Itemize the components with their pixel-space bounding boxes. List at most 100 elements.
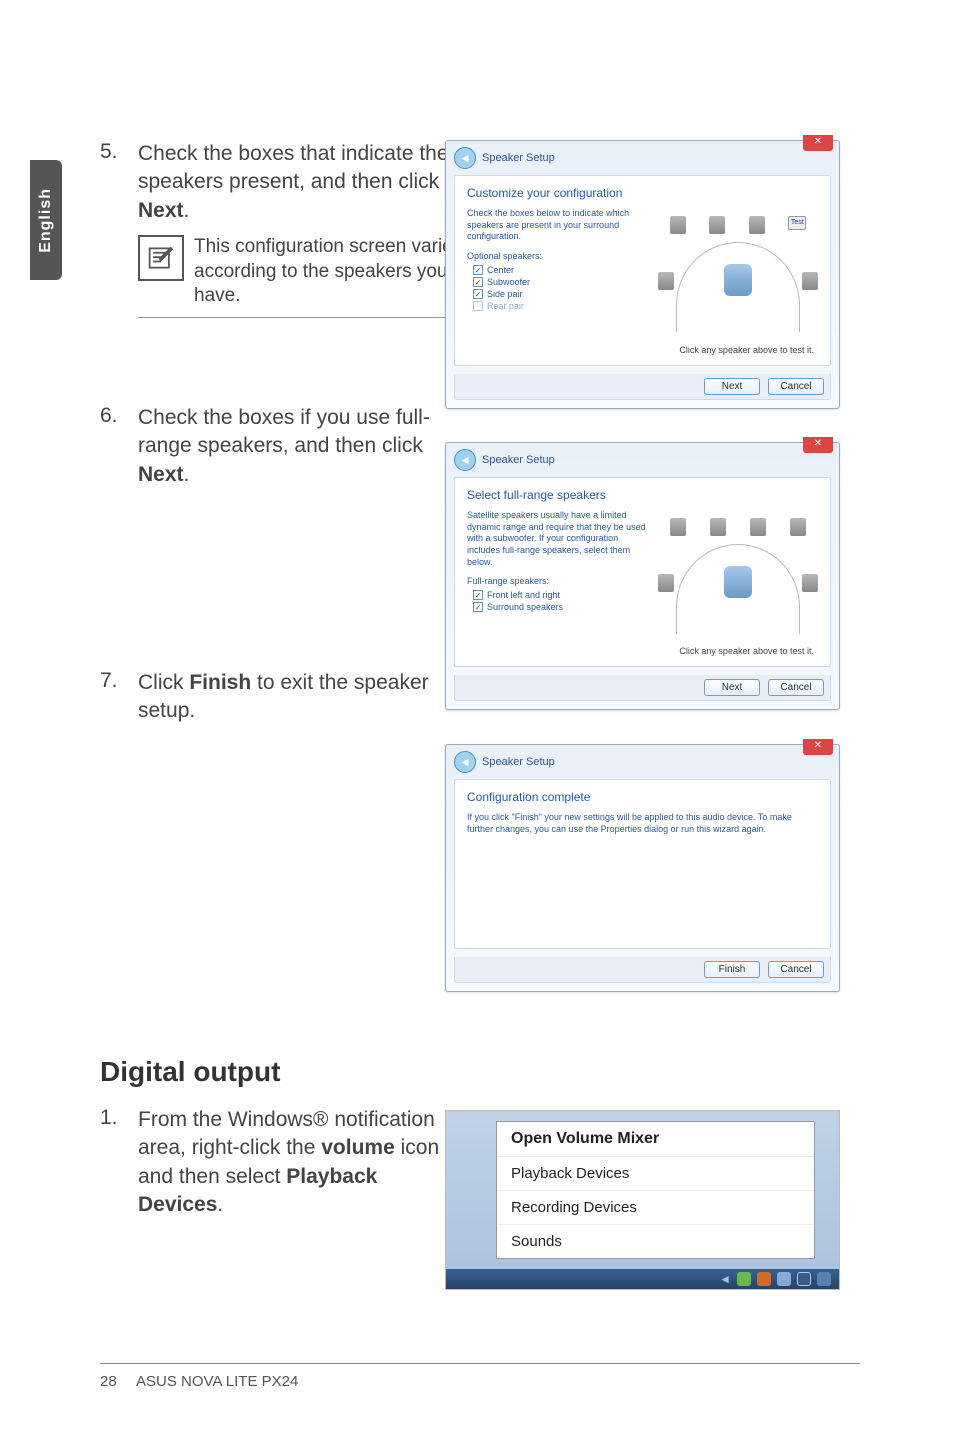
dialog1-heading: Customize your configuration xyxy=(467,186,818,200)
dialog-full-range-speakers: ✕ ◄ Speaker Setup Select full-range spea… xyxy=(445,442,840,710)
speaker-icon[interactable] xyxy=(670,216,686,234)
speaker-icon[interactable] xyxy=(802,574,818,592)
page-number: 28 xyxy=(100,1373,117,1390)
footer-divider xyxy=(100,1363,860,1364)
speaker-diagram xyxy=(658,518,818,628)
step-5-bold: Next xyxy=(138,199,184,222)
speaker-icon[interactable] xyxy=(658,574,674,592)
dialog2-titlebar: ◄ Speaker Setup xyxy=(446,443,839,477)
tray-display-icon[interactable] xyxy=(797,1272,811,1286)
dialog2-hint: Click any speaker above to test it. xyxy=(467,646,818,656)
listener-icon xyxy=(724,566,752,598)
page-footer: 28 ASUS NOVA LITE PX24 xyxy=(100,1373,298,1390)
dialog1-footer: Next Cancel xyxy=(454,374,831,400)
speaker-icon[interactable] xyxy=(658,272,674,290)
tray-arrow-icon[interactable]: ◄ xyxy=(719,1272,731,1286)
dialog2-heading: Select full-range speakers xyxy=(467,488,818,502)
dialog3-titlebar: ◄ Speaker Setup xyxy=(446,745,839,779)
note-step-5: This configuration screen varies accordi… xyxy=(138,235,468,318)
cancel-button[interactable]: Cancel xyxy=(768,378,824,395)
listener-icon xyxy=(724,264,752,296)
dialog2-footer: Next Cancel xyxy=(454,675,831,701)
speaker-icon[interactable] xyxy=(709,216,725,234)
digital-step-1-body: From the Windows® notification area, rig… xyxy=(138,1106,468,1219)
back-button[interactable]: ◄ xyxy=(454,751,476,773)
tray-volume-icon[interactable] xyxy=(817,1272,831,1286)
checkbox-icon: ✓ xyxy=(473,590,483,600)
language-tab-label: English xyxy=(37,188,55,253)
dialog1-desc: Check the boxes below to indicate which … xyxy=(467,208,647,243)
menu-item-recording-devices[interactable]: Recording Devices xyxy=(497,1190,814,1224)
speaker-icon[interactable] xyxy=(670,518,686,536)
dialog1-hint: Click any speaker above to test it. xyxy=(467,345,818,355)
dialog3-title: Speaker Setup xyxy=(482,756,555,768)
system-tray: ◄ xyxy=(446,1269,839,1289)
back-button[interactable]: ◄ xyxy=(454,449,476,471)
tray-network-icon[interactable] xyxy=(757,1272,771,1286)
tray-misc-icon[interactable] xyxy=(777,1272,791,1286)
checkbox-label: Rear pair xyxy=(487,301,524,311)
checkbox-icon: ✓ xyxy=(473,277,483,287)
close-icon[interactable]: ✕ xyxy=(803,135,833,151)
back-arrow-icon: ◄ xyxy=(459,151,471,165)
cancel-button[interactable]: Cancel xyxy=(768,961,824,978)
volume-context-menu-figure: Open Volume Mixer Playback Devices Recor… xyxy=(445,1110,840,1290)
step-7-text-a: Click xyxy=(138,671,189,694)
back-arrow-icon: ◄ xyxy=(459,755,471,769)
digital-output-heading: Digital output xyxy=(100,1056,860,1088)
dialog1-title: Speaker Setup xyxy=(482,152,555,164)
test-button[interactable]: Test xyxy=(788,216,806,230)
checkbox-icon: ✓ xyxy=(473,265,483,275)
d1-text-b: icon xyxy=(395,1136,445,1159)
dialog3-heading: Configuration complete xyxy=(467,790,818,804)
context-menu: Open Volume Mixer Playback Devices Recor… xyxy=(496,1121,815,1259)
menu-item-sounds[interactable]: Sounds xyxy=(497,1224,814,1258)
step-6-number: 6. xyxy=(100,404,138,428)
dialog3-footer: Finish Cancel xyxy=(454,957,831,983)
checkbox-label: Side pair xyxy=(487,289,523,299)
step-6-body: Check the boxes if you use full-range sp… xyxy=(138,404,468,489)
dialog-customize-configuration: ✕ ◄ Speaker Setup Customize your configu… xyxy=(445,140,840,409)
tray-shield-icon[interactable] xyxy=(737,1272,751,1286)
checkbox-label: Center xyxy=(487,265,514,275)
step-5-text-b: . xyxy=(184,199,190,222)
checkbox-icon xyxy=(473,301,483,311)
step-5-text-a: Check the boxes that indicate the speake… xyxy=(138,142,449,193)
back-button[interactable]: ◄ xyxy=(454,147,476,169)
back-arrow-icon: ◄ xyxy=(459,453,471,467)
dialog2-body: Select full-range speakers Satellite spe… xyxy=(454,477,831,667)
step-5-body: Check the boxes that indicate the speake… xyxy=(138,140,468,324)
step-7-body: Click Finish to exit the speaker setup. xyxy=(138,669,468,726)
speaker-diagram: Test xyxy=(658,216,818,326)
close-icon[interactable]: ✕ xyxy=(803,437,833,453)
dialog2-title: Speaker Setup xyxy=(482,454,555,466)
speaker-icon[interactable] xyxy=(710,518,726,536)
note-icon xyxy=(138,235,184,281)
speaker-icon[interactable] xyxy=(790,518,806,536)
dialog3-desc: If you click "Finish" your new settings … xyxy=(467,812,807,835)
speaker-icon[interactable] xyxy=(750,518,766,536)
d1-text-c: and then select xyxy=(138,1165,286,1188)
step-6-text-a: Check the boxes if you use full-range sp… xyxy=(138,406,430,457)
cancel-button[interactable]: Cancel xyxy=(768,679,824,696)
dialog1-titlebar: ◄ Speaker Setup xyxy=(446,141,839,175)
next-button[interactable]: Next xyxy=(704,679,760,696)
dialog2-desc: Satellite speakers usually have a limite… xyxy=(467,510,647,568)
finish-button[interactable]: Finish xyxy=(704,961,760,978)
next-button[interactable]: Next xyxy=(704,378,760,395)
speaker-icon[interactable] xyxy=(802,272,818,290)
checkbox-icon: ✓ xyxy=(473,602,483,612)
speaker-icon[interactable] xyxy=(749,216,765,234)
footer-product: ASUS NOVA LITE PX24 xyxy=(136,1373,298,1390)
step-7-number: 7. xyxy=(100,669,138,693)
d1-bold1: volume xyxy=(321,1136,395,1159)
checkbox-icon: ✓ xyxy=(473,289,483,299)
close-icon[interactable]: ✕ xyxy=(803,739,833,755)
menu-item-playback-devices[interactable]: Playback Devices xyxy=(497,1156,814,1190)
dialog-configuration-complete: ✕ ◄ Speaker Setup Configuration complete… xyxy=(445,744,840,992)
menu-item-open-volume-mixer[interactable]: Open Volume Mixer xyxy=(497,1122,814,1156)
step-5-number: 5. xyxy=(100,140,138,164)
step-7-bold: Finish xyxy=(189,671,251,694)
dialog3-body: Configuration complete If you click "Fin… xyxy=(454,779,831,949)
step-6-text-b: . xyxy=(184,463,190,486)
